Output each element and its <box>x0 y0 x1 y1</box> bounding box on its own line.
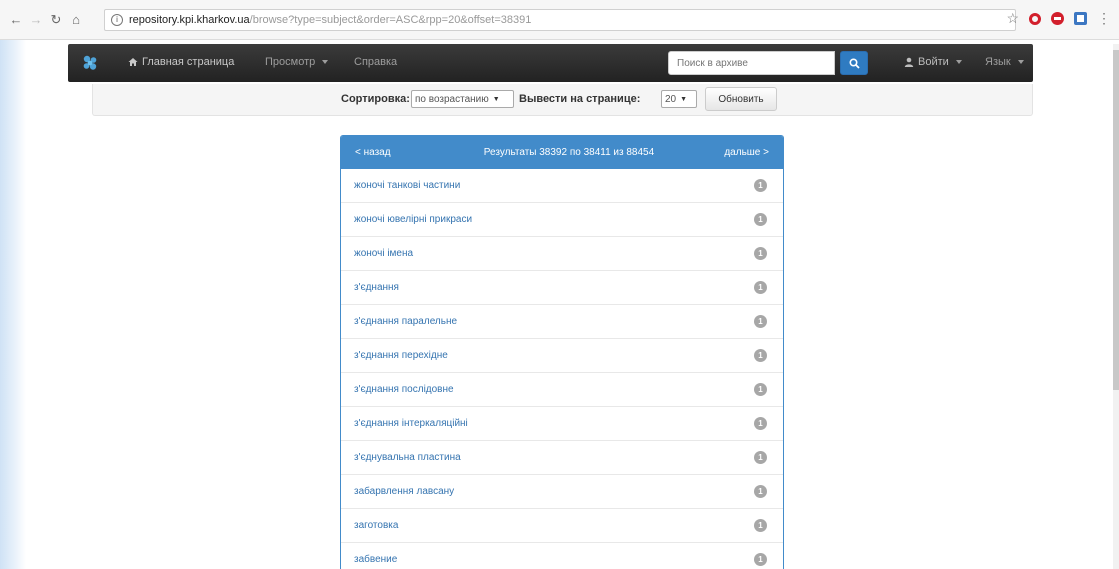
login-label: Войти <box>918 56 949 68</box>
count-badge: 1 <box>754 349 767 362</box>
count-badge: 1 <box>754 213 767 226</box>
nav-browse-dropdown[interactable]: Просмотр <box>265 56 329 68</box>
count-badge: 1 <box>754 485 767 498</box>
url-host: repository.kpi.kharkov.ua <box>129 14 250 26</box>
sort-order-value: по возрастанию <box>415 93 489 105</box>
subject-link[interactable]: з'єднання послідовне <box>354 384 454 395</box>
list-item: з'єднання 1 <box>341 271 783 305</box>
decorative-side-gradient <box>0 40 26 569</box>
update-button[interactable]: Обновить <box>705 87 777 111</box>
count-badge: 1 <box>754 383 767 396</box>
next-page-link[interactable]: дальше > <box>724 147 769 158</box>
nav-home-link[interactable]: Главная страница <box>128 56 234 68</box>
user-icon <box>904 57 914 67</box>
list-item: забарвлення лавсану 1 <box>341 475 783 509</box>
sort-label: Сортировка: <box>341 93 410 105</box>
list-item: жоночі імена 1 <box>341 237 783 271</box>
opera-extension-icon[interactable] <box>1029 12 1041 25</box>
search-icon <box>848 57 860 69</box>
subject-link[interactable]: жоночі ювелірні прикраси <box>354 214 472 225</box>
login-dropdown[interactable]: Войти <box>904 56 962 68</box>
list-item: з'єднання послідовне 1 <box>341 373 783 407</box>
count-badge: 1 <box>754 451 767 464</box>
count-badge: 1 <box>754 281 767 294</box>
chevron-down-icon <box>1017 60 1024 64</box>
extension-box-icon[interactable] <box>1074 12 1087 25</box>
home-icon[interactable]: ⌂ <box>68 12 84 28</box>
subject-link[interactable]: заготовка <box>354 520 398 531</box>
chevron-down-icon <box>322 60 329 64</box>
count-badge: 1 <box>754 553 767 566</box>
browse-controls-bar: Сортировка: по возрастанию ▼ Вывести на … <box>92 84 1033 116</box>
list-item: з'єднання паралельне 1 <box>341 305 783 339</box>
search-button[interactable] <box>840 51 868 75</box>
site-info-icon[interactable]: i <box>111 14 123 26</box>
list-item: забвение 1 <box>341 543 783 569</box>
subject-link[interactable]: забарвлення лавсану <box>354 486 454 497</box>
per-page-label: Вывести на странице: <box>519 93 641 105</box>
nav-home-label: Главная страница <box>142 56 235 68</box>
results-count-text: Результаты 38392 по 38411 из 88454 <box>483 147 655 158</box>
reload-icon[interactable]: ↻ <box>48 12 64 28</box>
count-badge: 1 <box>754 247 767 260</box>
subject-link[interactable]: з'єднувальна пластина <box>354 452 461 463</box>
count-badge: 1 <box>754 519 767 532</box>
scrollbar-thumb[interactable] <box>1113 50 1119 390</box>
subject-link[interactable]: забвение <box>354 554 397 565</box>
address-bar[interactable]: i repository.kpi.kharkov.ua /browse?type… <box>104 9 1016 31</box>
language-label: Язык <box>985 56 1011 68</box>
browser-extensions: ☆ ⋮ <box>1006 10 1111 27</box>
count-badge: 1 <box>754 417 767 430</box>
list-item: жоночі ювелірні прикраси 1 <box>341 203 783 237</box>
list-item: заготовка 1 <box>341 509 783 543</box>
per-page-value: 20 <box>665 93 677 105</box>
list-item: з'єднання інтеркаляційні 1 <box>341 407 783 441</box>
count-badge: 1 <box>754 315 767 328</box>
subject-link[interactable]: з'єднання перехідне <box>354 350 448 361</box>
adblock-extension-icon[interactable] <box>1051 12 1064 25</box>
subject-link[interactable]: з'єднання інтеркаляційні <box>354 418 468 429</box>
back-arrow-icon[interactable]: ← <box>8 12 24 28</box>
nav-browse-label: Просмотр <box>265 56 316 68</box>
per-page-select[interactable]: 20 ▼ <box>661 90 697 108</box>
bookmark-star-icon[interactable]: ☆ <box>1006 10 1019 27</box>
subject-link[interactable]: з'єднання <box>354 282 399 293</box>
results-pagination-header: < назад Результаты 38392 по 38411 из 884… <box>341 136 783 169</box>
sort-order-select[interactable]: по возрастанию ▼ <box>411 90 514 108</box>
list-item: жоночі танкові частини 1 <box>341 169 783 203</box>
url-path: /browse?type=subject&order=ASC&rpp=20&of… <box>249 14 532 26</box>
search-input[interactable] <box>668 51 835 75</box>
forward-arrow-icon[interactable]: → <box>28 12 44 28</box>
browser-toolbar: ← → ↻ ⌂ i repository.kpi.kharkov.ua /bro… <box>0 0 1119 40</box>
count-badge: 1 <box>754 179 767 192</box>
subject-link[interactable]: з'єднання паралельне <box>354 316 457 327</box>
browser-menu-icon[interactable]: ⋮ <box>1097 10 1111 27</box>
dropdown-arrow-icon: ▼ <box>492 95 500 103</box>
list-item: з'єднувальна пластина 1 <box>341 441 783 475</box>
list-item: з'єднання перехідне 1 <box>341 339 783 373</box>
dropdown-arrow-icon: ▼ <box>680 95 688 103</box>
home-icon <box>128 58 138 66</box>
nav-help-link[interactable]: Справка <box>354 56 397 68</box>
repository-logo-icon[interactable] <box>80 53 100 73</box>
subject-link[interactable]: жоночі танкові частини <box>354 180 460 191</box>
language-dropdown[interactable]: Язык <box>985 56 1024 68</box>
site-navbar: Главная страница Просмотр Справка Войти … <box>68 44 1033 82</box>
page-scrollbar[interactable] <box>1113 44 1119 569</box>
chevron-down-icon <box>955 60 962 64</box>
subject-link[interactable]: жоночі імена <box>354 248 413 259</box>
nav-help-label: Справка <box>354 56 398 68</box>
results-panel: < назад Результаты 38392 по 38411 из 884… <box>340 135 784 569</box>
